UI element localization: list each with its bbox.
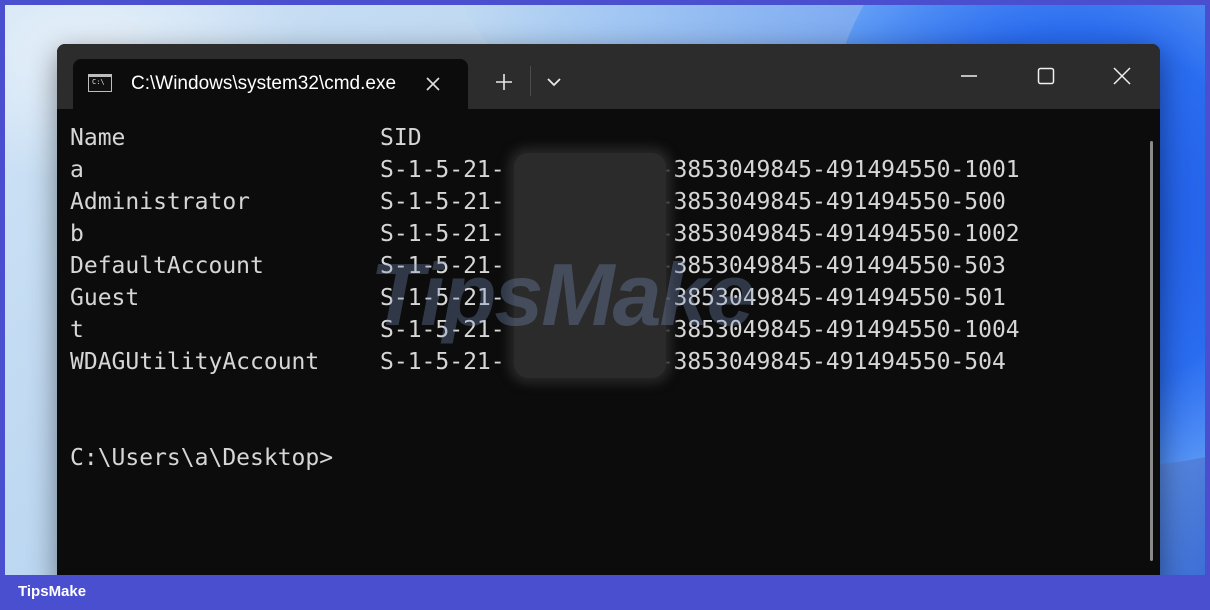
minimize-button[interactable] (946, 58, 992, 94)
column-header-name: Name (70, 125, 126, 151)
user-name: WDAGUtilityAccount (70, 349, 320, 375)
tab-title: C:\Windows\system32\cmd.exe (131, 73, 397, 94)
user-name: t (70, 317, 84, 343)
sid-suffix: -3853049845-491494550-504 (659, 349, 1006, 375)
sid-prefix: S-1-5-21- (380, 221, 505, 247)
close-window-button[interactable] (1099, 58, 1145, 94)
sid-suffix: -3853049845-491494550-500 (659, 189, 1006, 215)
user-sid: S-1-5-21- -3853049845-491494550-1001 (380, 155, 1020, 185)
minimize-icon (961, 75, 977, 77)
column-header-sid: SID (380, 125, 422, 151)
user-name: Guest (70, 285, 140, 311)
chevron-down-icon (547, 78, 561, 87)
cmd-icon: C:\ (88, 74, 112, 92)
user-name: b (70, 221, 84, 247)
close-icon (426, 77, 440, 91)
close-icon (1113, 67, 1131, 85)
maximize-icon (1037, 67, 1055, 85)
user-sid: S-1-5-21- -3853049845-491494550-500 (380, 187, 1006, 217)
close-tab-button[interactable] (420, 71, 446, 97)
footer-brand: TipsMake (18, 583, 87, 600)
user-name: DefaultAccount (70, 253, 264, 279)
title-bar-divider (530, 66, 531, 96)
plus-icon (496, 74, 512, 90)
sid-suffix: -3853049845-491494550-1002 (659, 221, 1020, 247)
user-sid: S-1-5-21- -3853049845-491494550-504 (380, 347, 1006, 377)
watermark: TipsMake (370, 245, 755, 344)
header-row: Name SID (70, 123, 422, 153)
maximize-button[interactable] (1023, 58, 1069, 94)
sid-prefix: S-1-5-21- (380, 349, 505, 375)
sid-prefix: S-1-5-21- (380, 157, 505, 183)
user-name: Administrator (70, 189, 251, 215)
title-bar[interactable]: C:\ C:\Windows\system32\cmd.exe (57, 44, 1160, 109)
new-tab-button[interactable] (490, 68, 518, 96)
sid-suffix: -3853049845-491494550-1001 (659, 157, 1020, 183)
cmd-icon-text: C:\ (92, 78, 105, 86)
console-output[interactable]: Name SID a S-1-5-21- -3853049845-491494550-… (57, 109, 1160, 584)
scrollbar[interactable] (1150, 141, 1153, 561)
user-name: a (70, 157, 84, 183)
command-prompt[interactable]: C:\Users\a\Desktop> (70, 443, 333, 473)
footer-bar: TipsMake (0, 575, 1210, 610)
tab-cmd[interactable]: C:\ C:\Windows\system32\cmd.exe (73, 59, 468, 109)
sid-prefix: S-1-5-21- (380, 189, 505, 215)
profile-dropdown-button[interactable] (542, 70, 566, 94)
